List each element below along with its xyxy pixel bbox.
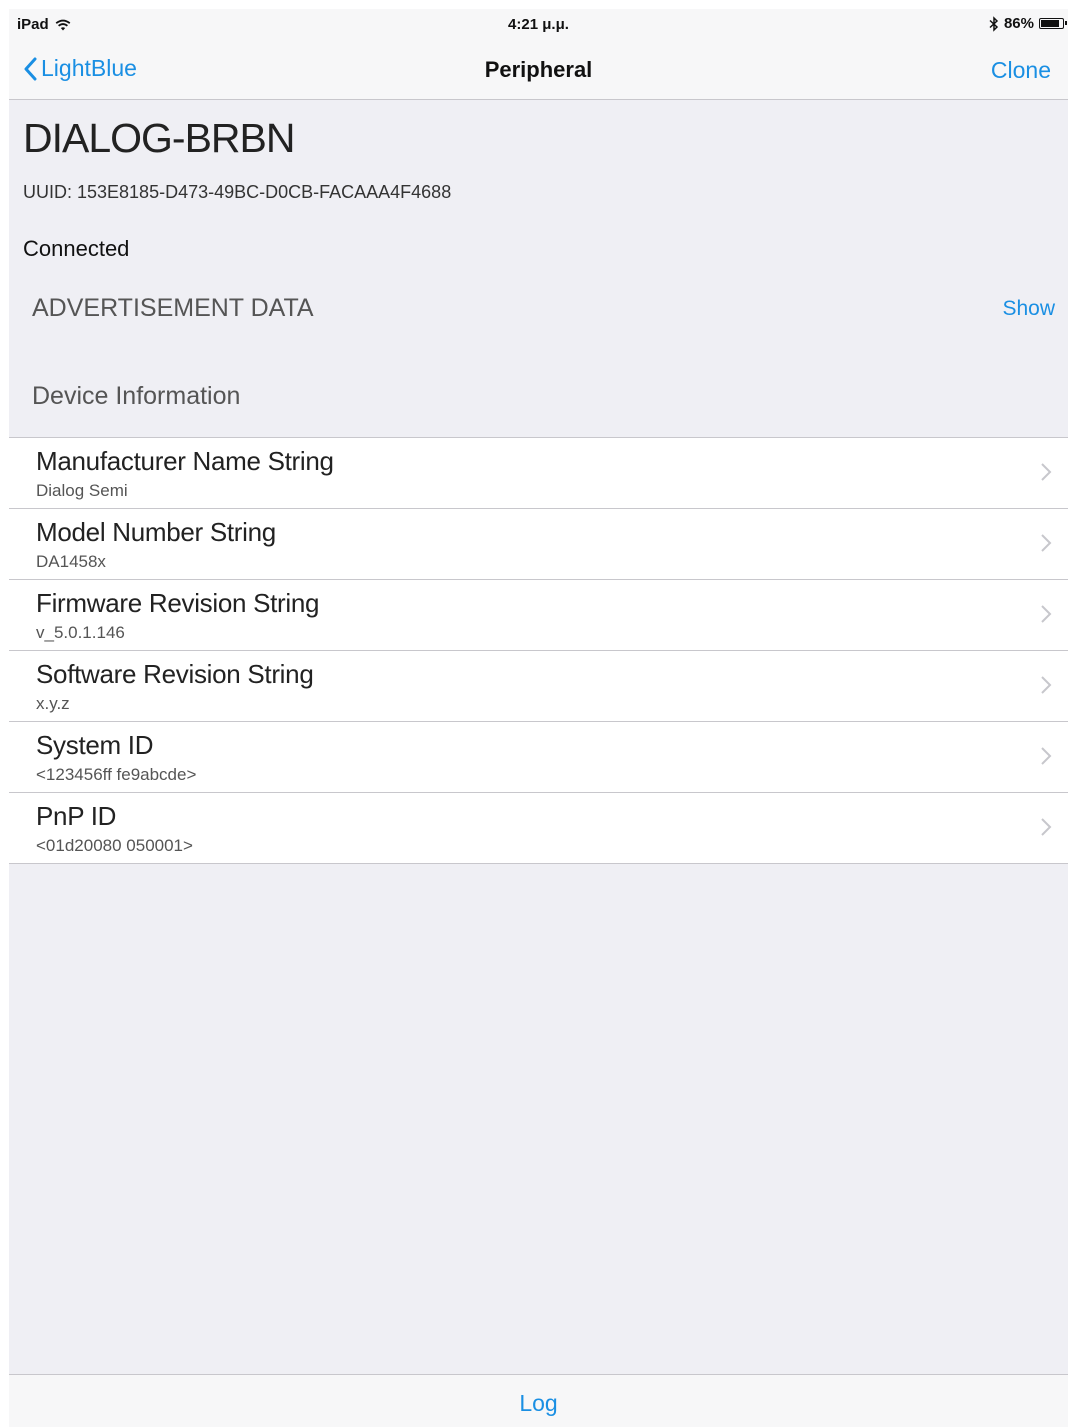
characteristic-row-system-id[interactable]: System ID <123456ff fe9abcde> <box>9 721 1068 792</box>
app-window: iPad 4:21 μ.μ. 86% LightBlue Peripheral … <box>9 9 1068 1427</box>
status-bar: iPad 4:21 μ.μ. 86% <box>9 9 1068 41</box>
advertisement-data-header: ADVERTISEMENT DATA <box>32 294 314 322</box>
characteristic-list: Manufacturer Name String Dialog Semi Mod… <box>9 437 1068 864</box>
characteristic-row-firmware-revision[interactable]: Firmware Revision String v_5.0.1.146 <box>9 579 1068 650</box>
characteristic-name: System ID <box>36 730 154 760</box>
show-advertisement-button[interactable]: Show <box>1002 297 1055 321</box>
chevron-right-icon <box>1041 747 1052 765</box>
status-time: 4:21 μ.μ. <box>508 16 569 33</box>
connection-status: Connected <box>23 236 130 261</box>
characteristic-name: PnP ID <box>36 801 117 831</box>
bottom-toolbar: Log <box>9 1374 1068 1427</box>
battery-icon <box>1039 18 1067 29</box>
characteristic-value: <123456ff fe9abcde> <box>36 765 197 784</box>
chevron-right-icon <box>1041 676 1052 694</box>
characteristic-name: Software Revision String <box>36 659 314 689</box>
chevron-right-icon <box>1041 463 1052 481</box>
characteristic-name: Manufacturer Name String <box>36 446 334 476</box>
characteristic-row-model-number[interactable]: Model Number String DA1458x <box>9 508 1068 579</box>
bluetooth-icon <box>989 15 999 32</box>
characteristic-value: <01d20080 050001> <box>36 836 193 855</box>
characteristic-row-software-revision[interactable]: Software Revision String x.y.z <box>9 650 1068 721</box>
page-title: Peripheral <box>484 57 593 82</box>
characteristic-value: v_5.0.1.146 <box>36 623 125 642</box>
characteristic-name: Firmware Revision String <box>36 588 320 618</box>
characteristic-value: Dialog Semi <box>36 481 128 500</box>
service-header: Device Information <box>32 382 241 410</box>
peripheral-name: DIALOG-BRBN <box>23 115 295 161</box>
clone-button[interactable]: Clone <box>991 57 1051 84</box>
characteristic-row-manufacturer-name[interactable]: Manufacturer Name String Dialog Semi <box>9 438 1068 508</box>
characteristic-row-pnp-id[interactable]: PnP ID <01d20080 050001> <box>9 792 1068 863</box>
status-right: 86% <box>989 15 1067 32</box>
chevron-right-icon <box>1041 818 1052 836</box>
battery-percent: 86% <box>1003 15 1034 32</box>
log-button[interactable]: Log <box>9 1390 1068 1417</box>
characteristic-value: x.y.z <box>36 694 70 713</box>
peripheral-uuid: UUID: 153E8185-D473-49BC-D0CB-FACAAA4F46… <box>23 182 452 202</box>
chevron-right-icon <box>1041 605 1052 623</box>
characteristic-name: Model Number String <box>36 517 276 547</box>
navigation-bar: LightBlue Peripheral Clone <box>9 41 1068 100</box>
characteristic-value: DA1458x <box>36 552 106 571</box>
chevron-right-icon <box>1041 534 1052 552</box>
